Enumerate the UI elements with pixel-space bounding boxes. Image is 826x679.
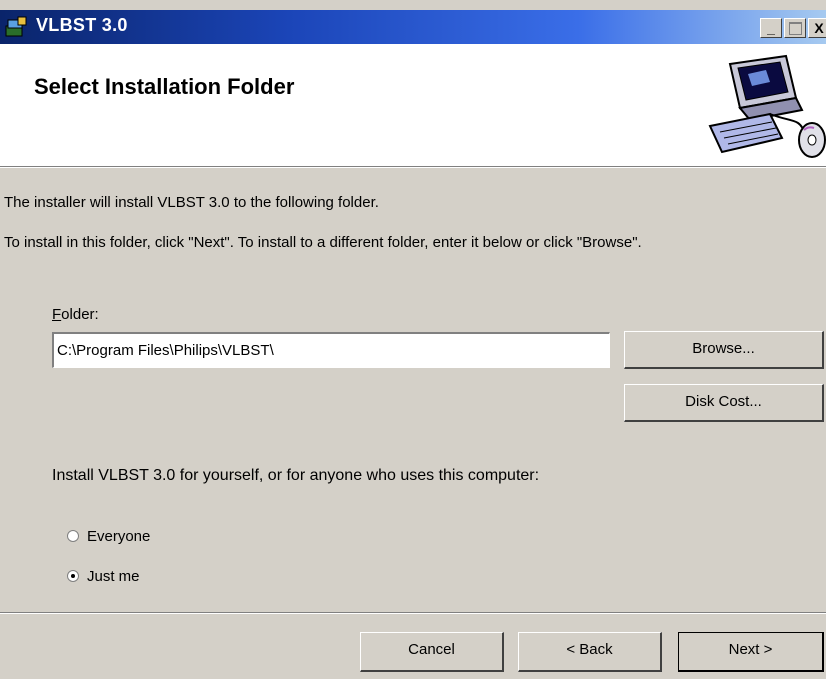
page-title: Select Installation Folder <box>34 74 295 99</box>
footer-divider <box>0 612 826 614</box>
minimize-button[interactable]: _ <box>760 18 782 38</box>
radio-button-everyone[interactable] <box>67 530 79 542</box>
radio-option-just-me[interactable]: Just me <box>67 568 140 585</box>
browse-button[interactable]: Browse... <box>624 331 824 369</box>
install-for-prompt: Install VLBST 3.0 for yourself, or for a… <box>52 467 540 484</box>
radio-option-everyone[interactable]: Everyone <box>67 528 150 545</box>
intro-text: The installer will install VLBST 3.0 to … <box>4 194 379 211</box>
instruction-text: To install in this folder, click "Next".… <box>4 234 642 251</box>
title-bar[interactable]: VLBST 3.0 _ X <box>0 10 826 44</box>
header-banner: Select Installation Folder <box>0 44 826 166</box>
computer-cd-icon <box>708 54 826 158</box>
radio-button-just-me[interactable] <box>67 570 79 582</box>
folder-label-accelerator: F <box>52 306 62 323</box>
banner-divider <box>0 166 826 168</box>
cancel-button[interactable]: Cancel <box>360 632 504 672</box>
next-button[interactable]: Next > <box>678 632 824 672</box>
radio-label-just-me: Just me <box>87 568 140 585</box>
back-button[interactable]: < Back <box>518 632 662 672</box>
maximize-button[interactable] <box>784 18 806 38</box>
radio-label-everyone: Everyone <box>87 528 151 545</box>
folder-label-text: older: <box>61 306 99 323</box>
folder-path-input[interactable] <box>52 332 610 368</box>
disk-cost-button[interactable]: Disk Cost... <box>624 384 824 422</box>
window-title: VLBST 3.0 <box>36 15 128 35</box>
installer-app-icon <box>5 16 27 37</box>
close-button[interactable]: X <box>808 18 826 38</box>
maximize-icon <box>788 22 802 35</box>
folder-label: Folder: <box>52 306 99 323</box>
